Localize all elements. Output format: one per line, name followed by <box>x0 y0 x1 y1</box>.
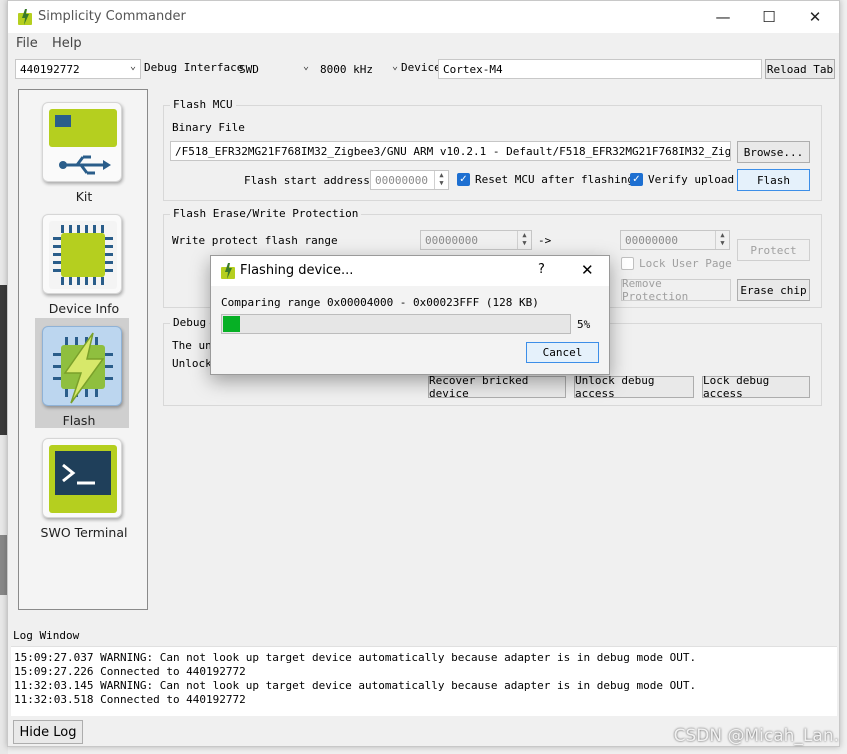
debug-lock-title: Debug <box>170 316 210 329</box>
log-line: 11:32:03.518 Connected to 440192772 <box>14 693 246 706</box>
log-line: 15:09:27.037 WARNING: Can not look up ta… <box>14 651 697 664</box>
binary-file-input[interactable]: /F518_EFR32MG21F768IM32_Zigbee3/GNU ARM … <box>170 141 731 161</box>
chevron-down-icon: ⌄ <box>391 61 398 72</box>
dialog-title-bar: Flashing device... ? ✕ <box>211 256 609 286</box>
watermark: CSDN @Micah_Lan. <box>673 726 839 746</box>
nav-item-device-info[interactable]: Device Info <box>34 206 134 316</box>
minimize-button[interactable]: — <box>700 1 746 33</box>
flash-mcu-title: Flash MCU <box>170 98 236 111</box>
window-title: Simplicity Commander <box>38 9 186 24</box>
range-start-value: 00000000 <box>425 233 478 247</box>
progress-bar <box>221 314 571 334</box>
adapter-value: 440192772 <box>20 62 80 76</box>
checkbox-checked-icon[interactable]: ✓ <box>457 173 470 186</box>
title-bar: Simplicity Commander — ☐ ✕ <box>8 1 839 33</box>
dialog-close-icon[interactable]: ✕ <box>581 261 594 279</box>
hide-log-button[interactable]: Hide Log <box>13 720 83 744</box>
debug-interface-select[interactable]: SWD ⌄ <box>234 59 314 79</box>
lock-user-page-label: Lock User Page <box>639 257 732 270</box>
write-protect-label: Write protect flash range <box>172 234 338 247</box>
binary-file-label: Binary File <box>172 121 245 134</box>
reload-tab-button[interactable]: Reload Tab <box>765 59 835 79</box>
dialog-title: Flashing device... <box>240 263 354 278</box>
terminal-icon <box>42 438 122 518</box>
flash-chip-icon <box>42 326 122 406</box>
flash-button[interactable]: Flash <box>737 169 810 191</box>
nav-label-flash: Flash <box>62 413 96 428</box>
device-field[interactable]: Cortex-M4 <box>438 59 762 79</box>
device-label: Device <box>401 61 441 74</box>
app-icon <box>18 9 32 25</box>
nav-label-swo-terminal: SWO Terminal <box>40 525 128 540</box>
erase-chip-button[interactable]: Erase chip <box>737 279 810 301</box>
debug-lock-text-2: Unlock <box>172 357 212 370</box>
progress-percent: 5% <box>577 318 591 331</box>
nav-item-kit[interactable]: Kit <box>34 94 134 204</box>
flashing-dialog: Flashing device... ? ✕ Comparing range 0… <box>210 255 610 375</box>
chevron-down-icon: ⌄ <box>129 61 136 72</box>
debug-interface-value: SWD <box>239 62 259 76</box>
close-button[interactable]: ✕ <box>792 1 838 33</box>
spin-arrows-icon[interactable]: ▲ ▼ <box>517 231 531 249</box>
nav-item-swo-terminal[interactable]: SWO Terminal <box>34 430 134 540</box>
nav-label-kit: Kit <box>75 189 93 204</box>
cancel-button[interactable]: Cancel <box>526 342 599 363</box>
close-icon: ✕ <box>808 8 822 26</box>
chevron-down-icon: ⌄ <box>302 61 309 72</box>
progress-bar-fill <box>223 316 240 332</box>
lock-debug-button[interactable]: Lock debug access <box>702 374 810 400</box>
maximize-button[interactable]: ☐ <box>746 1 792 33</box>
minimize-icon: — <box>715 8 731 26</box>
menu-help[interactable]: Help <box>52 36 82 51</box>
spin-arrows-icon[interactable]: ▲ ▼ <box>434 171 448 189</box>
protect-button[interactable]: Protect <box>737 239 810 261</box>
reset-label: Reset MCU after flashing <box>475 173 634 186</box>
spin-arrows-icon[interactable]: ▲ ▼ <box>715 231 729 249</box>
verify-label: Verify upload <box>648 173 735 186</box>
log-text-area[interactable]: 15:09:27.037 WARNING: Can not look up ta… <box>11 646 837 716</box>
help-icon[interactable]: ? <box>538 262 545 277</box>
range-end-value: 00000000 <box>625 233 678 247</box>
start-address-input[interactable]: 00000000 ▲ ▼ <box>370 170 449 190</box>
start-address-label: Flash start address: <box>244 174 377 187</box>
speed-value: 8000 kHz <box>320 62 373 76</box>
chip-icon <box>42 214 122 294</box>
range-start-input[interactable]: 00000000 ▲ ▼ <box>420 230 532 250</box>
device-value: Cortex-M4 <box>443 62 503 76</box>
dialog-message: Comparing range 0x00004000 - 0x00023FFF … <box>221 296 539 309</box>
debug-lock-text-1: The un <box>172 339 212 352</box>
browse-button[interactable]: Browse... <box>737 141 810 163</box>
recover-device-button[interactable]: Recover bricked device <box>428 374 566 400</box>
start-address-value: 00000000 <box>375 173 428 187</box>
log-window-title: Log Window <box>13 629 80 642</box>
erase-protect-title: Flash Erase/Write Protection <box>170 207 362 220</box>
range-end-input[interactable]: 00000000 ▲ ▼ <box>620 230 730 250</box>
log-line: 11:32:03.145 WARNING: Can not look up ta… <box>14 679 697 692</box>
menu-file[interactable]: File <box>16 36 38 51</box>
verify-checkbox-row[interactable]: ✓ Verify upload <box>630 173 734 186</box>
checkbox-unchecked-icon[interactable] <box>621 257 634 270</box>
nav-panel: Kit Device Info Flash SWO Terminal <box>18 89 148 610</box>
remove-protection-button[interactable]: Remove Protection <box>621 277 731 303</box>
nav-item-flash[interactable]: Flash <box>35 318 129 428</box>
range-arrow-label: -> <box>538 234 552 247</box>
speed-select[interactable]: 8000 kHz ⌄ <box>315 59 403 79</box>
app-icon <box>221 263 235 279</box>
nav-label-device-info: Device Info <box>48 301 120 316</box>
log-line: 15:09:27.226 Connected to 440192772 <box>14 665 246 678</box>
checkbox-checked-icon[interactable]: ✓ <box>630 173 643 186</box>
adapter-select[interactable]: 440192772 ⌄ <box>15 59 141 79</box>
maximize-icon: ☐ <box>762 8 776 26</box>
lock-user-page-row[interactable]: Lock User Page <box>621 257 732 270</box>
debug-interface-label: Debug Interface <box>144 61 244 74</box>
unlock-debug-button[interactable]: Unlock debug access <box>574 374 694 400</box>
menu-bar: File Help <box>8 33 839 55</box>
binary-file-value: /F518_EFR32MG21F768IM32_Zigbee3/GNU ARM … <box>175 144 731 158</box>
reset-checkbox-row[interactable]: ✓ Reset MCU after flashing <box>457 173 634 186</box>
usb-kit-icon <box>42 102 122 182</box>
